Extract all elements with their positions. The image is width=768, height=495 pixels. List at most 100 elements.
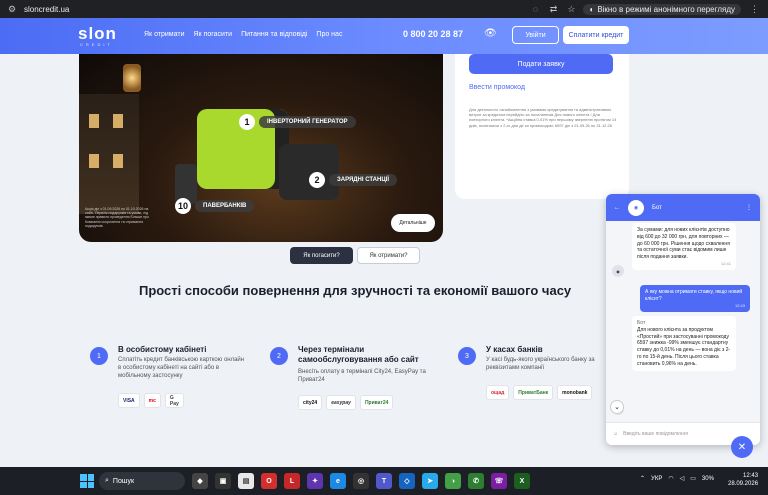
nav-link-get[interactable]: Як отримати <box>144 31 184 38</box>
bot-avatar-small: ◉ <box>612 265 624 277</box>
phone-number[interactable]: 0 800 20 28 87 <box>403 29 463 39</box>
visa-logo: VISA <box>118 393 140 408</box>
website: slon CREDIT Як отримати Як погасити Пита… <box>0 18 768 467</box>
battery-level: 30% <box>701 475 714 482</box>
apply-button[interactable]: Подати заявку <box>469 54 613 74</box>
taskbar-search[interactable]: ⌕ Пошук <box>99 472 185 490</box>
step-desc: У касі будь-якого українського банку за … <box>486 357 595 371</box>
opera-icon[interactable]: O <box>261 473 277 489</box>
nav-link-faq[interactable]: Питання та відповіді <box>241 31 307 38</box>
incognito-label: Вікно в режимі анонімного перегляду <box>597 4 735 14</box>
emoji-icon[interactable]: ☺ <box>613 431 618 437</box>
search-icon: ⌕ <box>105 477 109 484</box>
mastercard-logo: mc <box>143 393 161 408</box>
incognito-badge[interactable]: ◐ Вікно в режимі анонімного перегляду <box>583 3 741 15</box>
section-heading: Прості способи повернення для зручності … <box>139 283 572 298</box>
viber-icon[interactable]: ☏ <box>491 473 507 489</box>
user-message: А яку можна отримати ставку, якщо новий … <box>640 285 750 312</box>
promo-terms: Акція діє з 01.09.2026 по 01.10.2026 на … <box>85 207 149 228</box>
monobank-logo: monobank <box>557 385 593 400</box>
clock-date: 28.09.2026 <box>728 481 759 488</box>
back-arrow-icon[interactable]: ← <box>614 205 620 211</box>
teams-icon[interactable]: T <box>376 473 392 489</box>
taskbar-search-label: Пошук <box>112 477 135 485</box>
payment-logos: city24 easypay Приват24 <box>298 395 394 410</box>
app-green-icon[interactable]: ◑ <box>445 473 461 489</box>
promo-code-link[interactable]: Ввести промокод <box>469 84 525 91</box>
battery-icon[interactable]: ▭ <box>690 475 696 482</box>
step-number: 3 <box>458 347 476 365</box>
star-icon[interactable]: ☆ <box>565 4 577 15</box>
step-title: Через термінали самообслуговування або с… <box>298 345 419 364</box>
address-bar[interactable]: sloncredit.ua <box>24 5 523 14</box>
prize-tag-generator: 1 ІНВЕРТОРНИЙ ГЕНЕРАТОР <box>239 114 356 130</box>
privatbank-logo: ПриватБанк <box>513 385 554 400</box>
step-title: В особистому кабінеті <box>118 345 207 354</box>
step-desc: Внесіть оплату в терміналі City24, EasyP… <box>298 369 426 383</box>
chat-menu-icon[interactable]: ⋮ <box>746 204 752 211</box>
close-chat-icon[interactable]: ✕ <box>731 436 753 458</box>
incognito-icon: ◐ <box>589 4 595 14</box>
chat-bot-name: Бот <box>652 204 662 211</box>
app-l-icon[interactable]: L <box>284 473 300 489</box>
details-button[interactable]: Детальніше <box>391 214 435 232</box>
privat24-logo: Приват24 <box>359 395 394 410</box>
bot-avatar: ◉ <box>628 199 644 216</box>
google-pay-logo: G Pay <box>164 393 184 408</box>
tab-get[interactable]: Як отримати? <box>357 247 420 264</box>
excel-icon[interactable]: X <box>514 473 530 489</box>
accessibility-eye-icon[interactable]: 👁 <box>484 28 497 39</box>
nav-link-about[interactable]: Про нас <box>316 31 342 38</box>
step-number: 2 <box>270 347 288 365</box>
repayment-tabs: Як погасити? Як отримати? <box>290 247 420 264</box>
site-header: slon CREDIT Як отримати Як погасити Пита… <box>0 18 768 54</box>
payment-logos: VISA mc G Pay <box>118 393 184 408</box>
prize-tag-stations: 2 ЗАРЯДНІ СТАНЦІЇ <box>309 172 398 188</box>
copilot-icon[interactable]: ✦ <box>307 473 323 489</box>
telegram-icon[interactable]: ➤ <box>422 473 438 489</box>
edge-icon[interactable]: e <box>330 473 346 489</box>
house-image <box>79 94 139 214</box>
bot-message: Бот Для нового клієнта за продуктом «Про… <box>632 316 736 372</box>
site-info-icon[interactable]: ⚙ <box>6 4 18 15</box>
language-indicator[interactable]: УКР <box>651 476 662 482</box>
chat-messages[interactable]: За сумами: для нових клієнтів доступно в… <box>606 221 760 422</box>
volume-icon[interactable]: ◁ <box>680 475 685 482</box>
chat-header: ← ◉ Бот ⋮ <box>606 194 760 221</box>
translate-icon[interactable]: ⇄ <box>547 4 559 15</box>
menu-icon[interactable]: ⋮ <box>747 4 762 15</box>
whatsapp-icon[interactable]: ✆ <box>468 473 484 489</box>
tab-repay[interactable]: Як погасити? <box>290 247 353 264</box>
widget-icon[interactable]: ◆ <box>192 473 208 489</box>
bot-message: За сумами: для нових клієнтів доступно в… <box>632 223 736 271</box>
lamp-image <box>123 64 141 92</box>
pay-credit-button[interactable]: Сплатити кредит <box>563 26 629 44</box>
nav-link-repay[interactable]: Як погасити <box>193 31 232 38</box>
site-logo[interactable]: slon <box>78 24 117 44</box>
easypay-logo: easypay <box>326 395 356 410</box>
taskbar-apps: ◆ ▣ ▤ O L ✦ e ◎ T ◇ ➤ ◑ ✆ ☏ X <box>192 473 530 489</box>
nav-links: Як отримати Як погасити Питання та відпо… <box>144 31 342 38</box>
dropbox-icon[interactable]: ◇ <box>399 473 415 489</box>
scroll-down-icon[interactable]: ⌄ <box>610 400 624 414</box>
step-number: 1 <box>90 347 108 365</box>
chrome-icon[interactable]: ◎ <box>353 473 369 489</box>
step-desc: Сплатіть кредит банківською карткою онла… <box>118 357 245 379</box>
site-logo-sub: CREDIT <box>80 42 113 47</box>
start-button-icon[interactable] <box>80 474 94 488</box>
task-view-icon[interactable]: ▣ <box>215 473 231 489</box>
system-tray: ⌃ УКР ◠ ◁ ▭ 30% <box>640 475 714 483</box>
wifi-icon[interactable]: ◠ <box>668 475 673 482</box>
bank-logos: ощад ПриватБанк monobank <box>486 385 593 400</box>
browser-toolbar: ⚙ sloncredit.ua ◌ ⇄ ☆ ◐ Вікно в режимі а… <box>0 0 768 18</box>
chat-widget: ← ◉ Бот ⋮ За сумами: для нових клієнтів … <box>606 194 760 445</box>
step-title: У касах банків <box>486 345 543 354</box>
chat-input-placeholder: Введіть ваше повідомлення <box>623 431 688 437</box>
login-button[interactable]: Увійти <box>512 26 559 44</box>
file-explorer-icon[interactable]: ▤ <box>238 473 254 489</box>
windows-taskbar: ⌕ Пошук ◆ ▣ ▤ O L ✦ e ◎ T ◇ ➤ ◑ ✆ ☏ X ⌃ … <box>0 467 768 495</box>
clock[interactable]: 12:43 28.09.2026 <box>728 472 758 489</box>
eye-off-icon[interactable]: ◌ <box>529 4 541 14</box>
tray-expand-icon[interactable]: ⌃ <box>640 475 645 482</box>
application-form: Подати заявку Ввести промокод Для деталь… <box>455 54 629 199</box>
